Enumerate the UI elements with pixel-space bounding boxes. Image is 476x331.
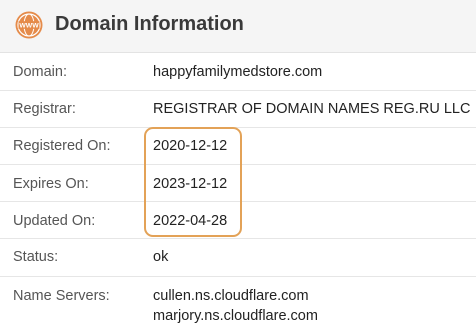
row-label: Expires On: <box>13 176 89 192</box>
info-row-status: Status: ok <box>0 239 476 277</box>
row-label: Updated On: <box>13 213 96 229</box>
www-globe-icon: WWW <box>15 11 43 39</box>
name-server-item: cullen.ns.cloudflare.com <box>153 288 309 304</box>
panel-header: WWW Domain Information <box>0 0 476 53</box>
name-server-item: marjory.ns.cloudflare.com <box>153 308 318 324</box>
row-label: Registered On: <box>13 138 111 154</box>
panel-title: Domain Information <box>55 13 244 35</box>
row-label: Registrar: <box>13 101 76 117</box>
row-label: Name Servers: <box>13 288 110 304</box>
registrar-value: REGISTRAR OF DOMAIN NAMES REG.RU LLC <box>153 101 471 117</box>
name-servers-list: cullen.ns.cloudflare.com marjory.ns.clou… <box>153 286 318 326</box>
status-value: ok <box>153 249 169 265</box>
domain-info-panel: WWW Domain Information Domain: happyfami… <box>0 0 476 331</box>
info-row-name-servers: Name Servers: cullen.ns.cloudflare.com m… <box>0 277 476 331</box>
info-row-registrar: Registrar: REGISTRAR OF DOMAIN NAMES REG… <box>0 91 476 128</box>
row-label: Domain: <box>13 64 67 80</box>
row-label: Status: <box>13 249 59 265</box>
dates-highlight-box <box>144 127 242 237</box>
info-row-domain: Domain: happyfamilymedstore.com <box>0 53 476 91</box>
domain-value: happyfamilymedstore.com <box>153 64 323 80</box>
www-icon-text: WWW <box>19 23 39 30</box>
